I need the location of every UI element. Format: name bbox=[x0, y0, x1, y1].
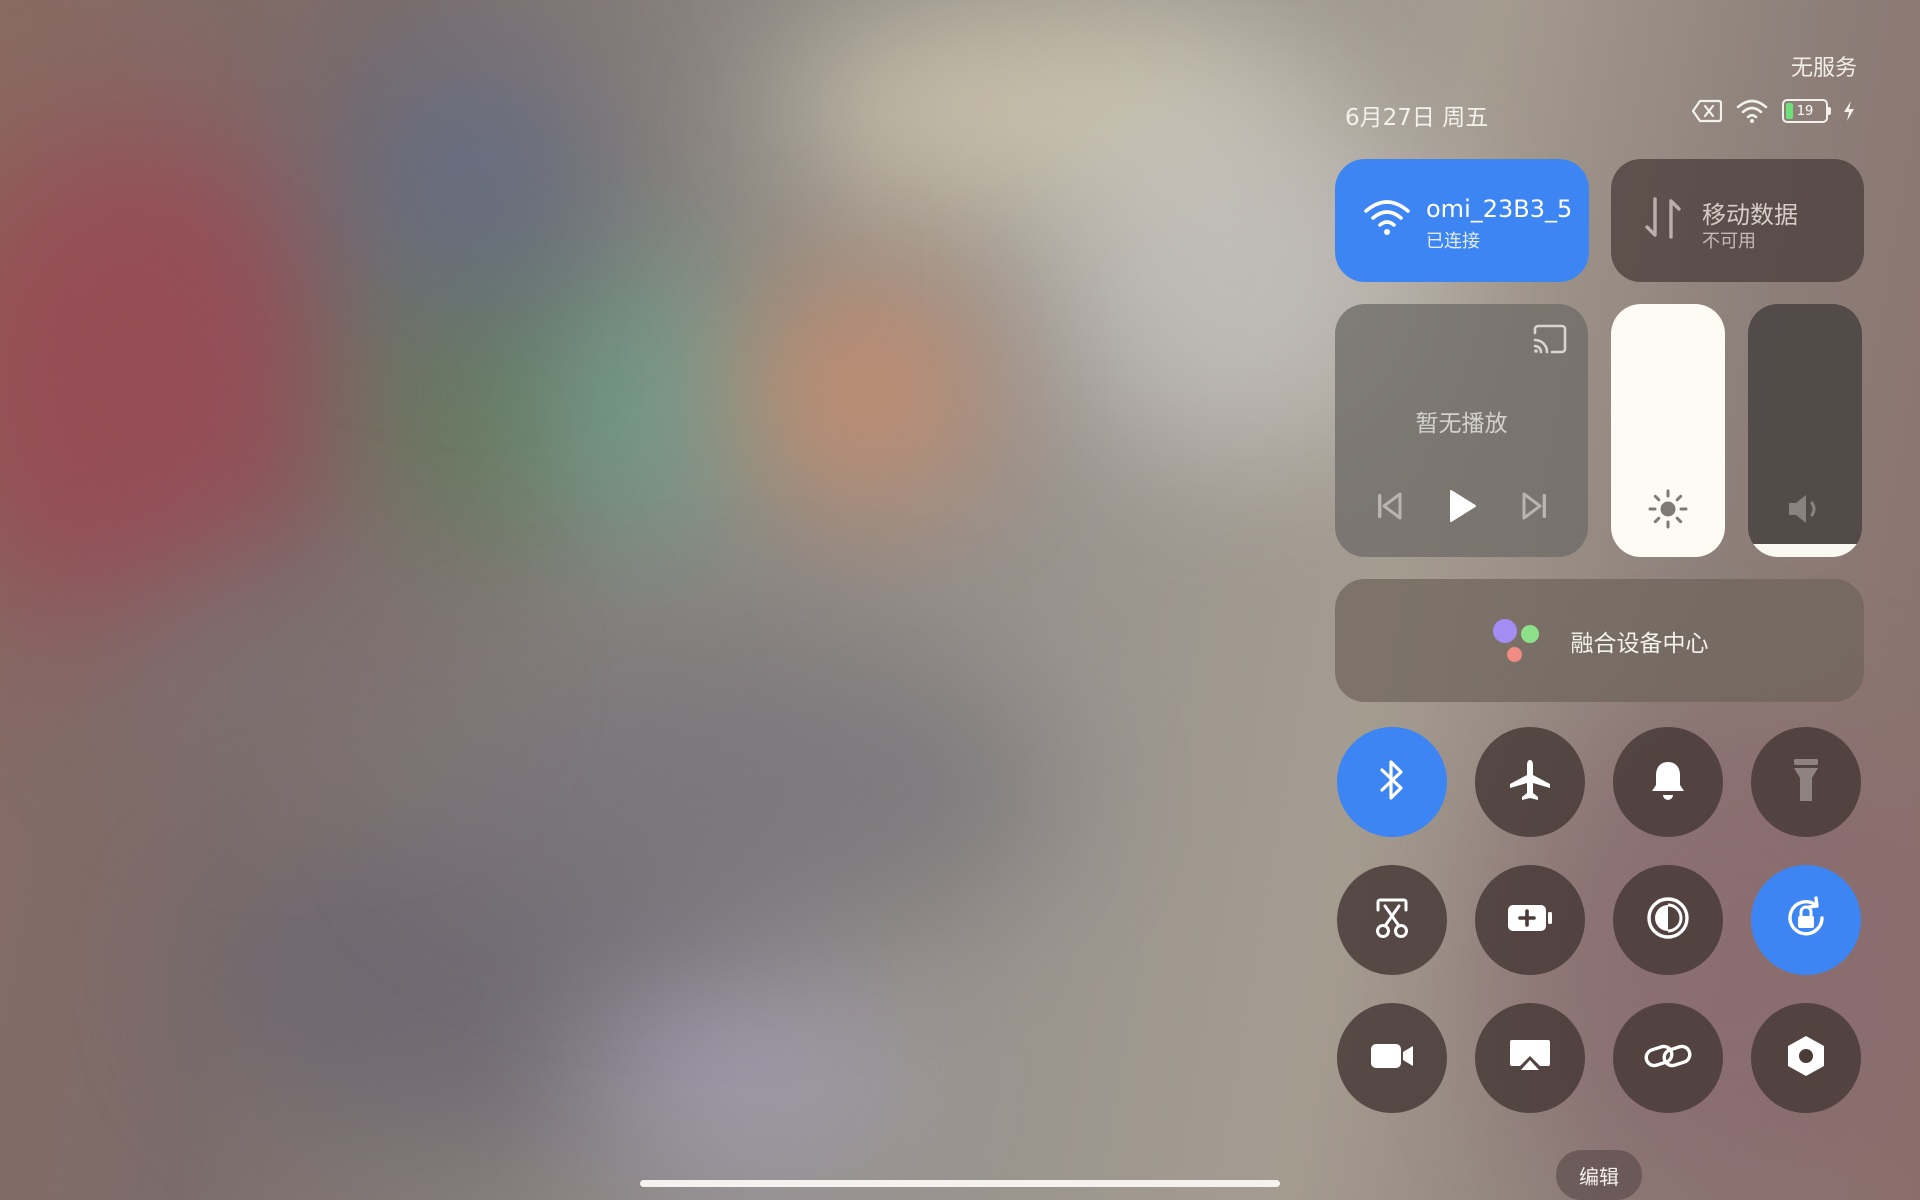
ring-mode-toggle[interactable] bbox=[1613, 727, 1723, 837]
volume-level-fill bbox=[1748, 544, 1862, 557]
media-status-label: 暂无播放 bbox=[1415, 411, 1508, 437]
link-toggle[interactable] bbox=[1613, 1003, 1723, 1113]
screen-cast-icon bbox=[1508, 1036, 1552, 1080]
media-player-tile[interactable]: 暂无播放 bbox=[1335, 304, 1588, 557]
wifi-icon bbox=[1363, 197, 1411, 241]
play-icon[interactable] bbox=[1446, 488, 1478, 524]
mobile-data-icon bbox=[1643, 195, 1683, 245]
bluetooth-toggle[interactable] bbox=[1337, 727, 1447, 837]
next-icon[interactable] bbox=[1522, 491, 1548, 521]
wifi-icon bbox=[1736, 98, 1768, 124]
screen-record-toggle[interactable] bbox=[1337, 1003, 1447, 1113]
battery-level: 19 bbox=[1796, 103, 1814, 119]
airplane-mode-toggle[interactable] bbox=[1475, 727, 1585, 837]
contrast-icon bbox=[1646, 896, 1690, 944]
mobile-data-title: 移动数据 bbox=[1702, 201, 1798, 229]
contrast-toggle[interactable] bbox=[1613, 865, 1723, 975]
no-sim-icon bbox=[1692, 99, 1722, 123]
speaker-icon bbox=[1786, 492, 1826, 530]
screenshot-toggle[interactable] bbox=[1337, 865, 1447, 975]
video-camera-icon bbox=[1369, 1040, 1415, 1076]
device-center-logo-icon bbox=[1491, 617, 1545, 665]
date-label: 6月27日 周五 bbox=[1345, 105, 1489, 131]
previous-icon[interactable] bbox=[1376, 491, 1402, 521]
wifi-network-name: omi_23B3_5 bbox=[1426, 195, 1572, 223]
device-center-label: 融合设备中心 bbox=[1570, 630, 1709, 657]
bluetooth-icon bbox=[1375, 758, 1409, 806]
bell-icon bbox=[1648, 758, 1688, 806]
cast-icon[interactable] bbox=[1532, 324, 1568, 358]
link-icon bbox=[1643, 1038, 1693, 1078]
mobile-data-status: 不可用 bbox=[1702, 231, 1756, 252]
device-center-tile[interactable]: 融合设备中心 bbox=[1335, 579, 1864, 702]
wifi-status: 已连接 bbox=[1426, 231, 1480, 252]
battery-saver-icon bbox=[1506, 902, 1554, 938]
carrier-status: 无服务 bbox=[1790, 56, 1857, 81]
wifi-tile[interactable]: omi_23B3_5 已连接 bbox=[1335, 159, 1589, 282]
rotation-lock-toggle[interactable] bbox=[1751, 865, 1861, 975]
status-icons: 19 bbox=[1692, 98, 1856, 124]
brightness-sun-icon bbox=[1648, 489, 1688, 533]
settings-hexagon-icon bbox=[1784, 1033, 1828, 1083]
edit-button[interactable]: 编辑 bbox=[1556, 1150, 1642, 1200]
brightness-slider[interactable] bbox=[1611, 304, 1725, 557]
airplane-icon bbox=[1507, 757, 1553, 807]
flashlight-toggle[interactable] bbox=[1751, 727, 1861, 837]
charging-icon bbox=[1842, 100, 1856, 122]
volume-slider[interactable] bbox=[1748, 304, 1862, 557]
battery-icon: 19 bbox=[1782, 99, 1831, 123]
screenshot-scissors-icon bbox=[1372, 896, 1412, 944]
flashlight-icon bbox=[1791, 756, 1821, 808]
screen-cast-toggle[interactable] bbox=[1475, 1003, 1585, 1113]
battery-saver-toggle[interactable] bbox=[1475, 865, 1585, 975]
home-indicator[interactable] bbox=[640, 1180, 1280, 1187]
settings-toggle[interactable] bbox=[1751, 1003, 1861, 1113]
media-controls bbox=[1335, 488, 1588, 524]
mobile-data-tile[interactable]: 移动数据 不可用 bbox=[1611, 159, 1864, 282]
rotation-lock-icon bbox=[1782, 894, 1830, 946]
